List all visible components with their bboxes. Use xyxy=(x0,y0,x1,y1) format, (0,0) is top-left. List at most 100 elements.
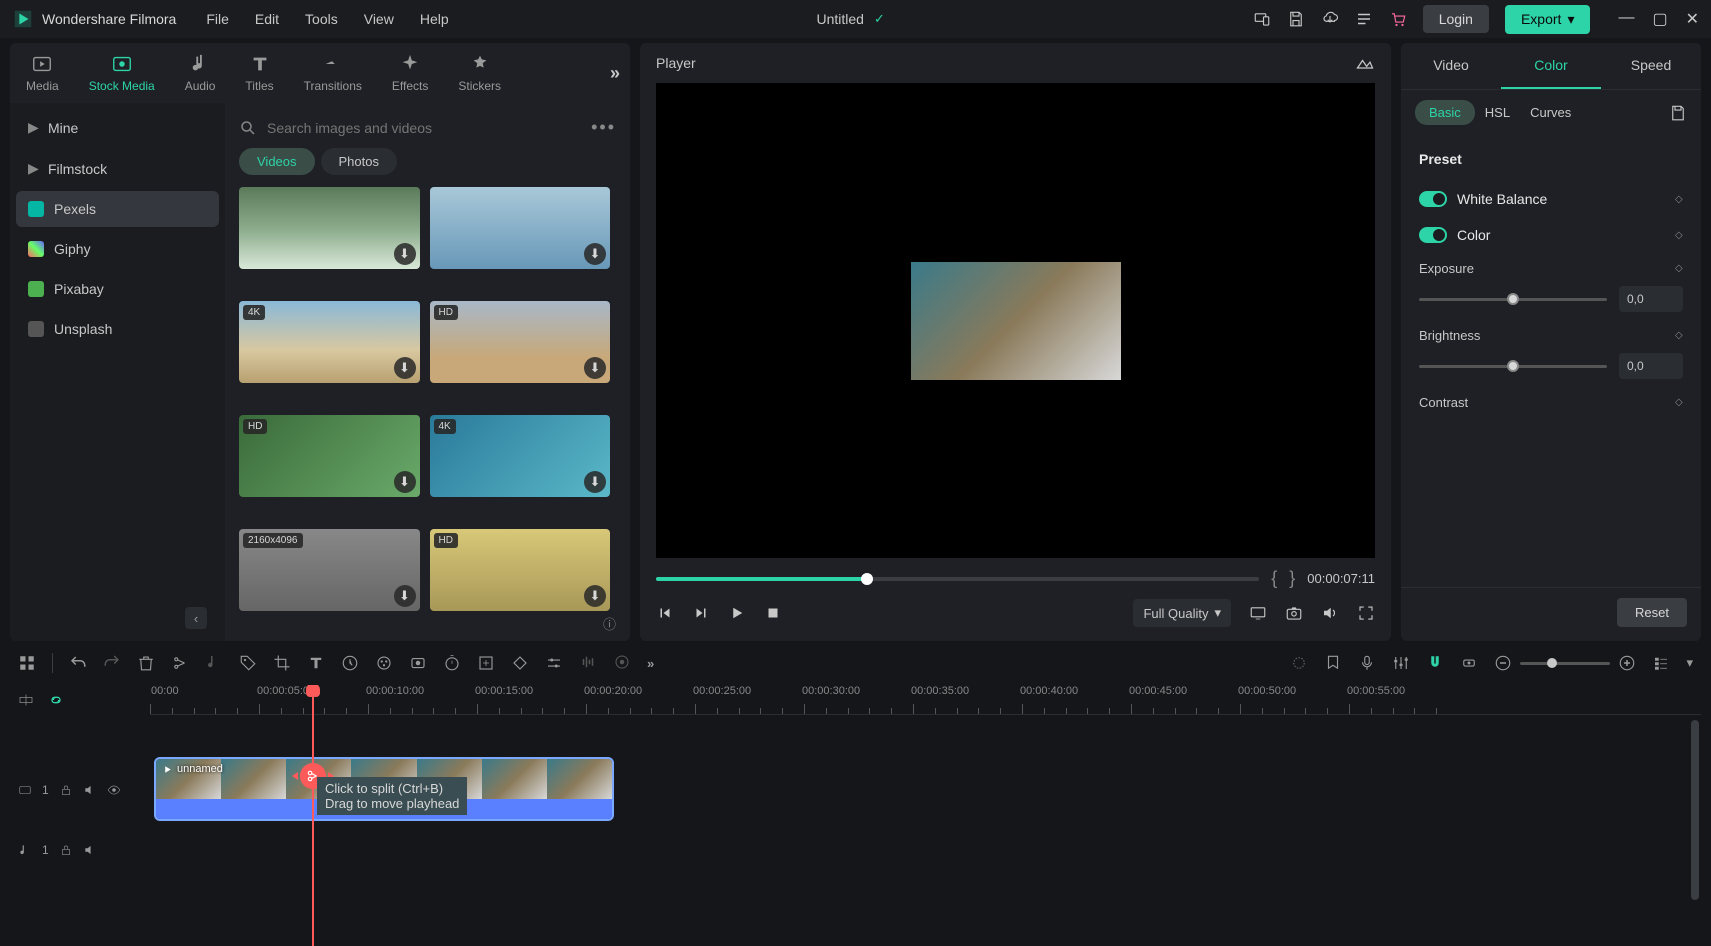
keyframe-icon[interactable] xyxy=(1673,262,1686,275)
menu-file[interactable]: File xyxy=(206,11,229,27)
tab-media[interactable]: Media xyxy=(20,49,65,97)
media-thumb[interactable]: HD⬇ xyxy=(239,415,420,497)
sidebar-item-pixabay[interactable]: Pixabay xyxy=(16,271,219,307)
devices-icon[interactable] xyxy=(1253,10,1271,28)
menu-view[interactable]: View xyxy=(364,11,394,27)
tab-stock-media[interactable]: Stock Media xyxy=(83,49,161,97)
reset-button[interactable]: Reset xyxy=(1617,598,1687,627)
save-preset-icon[interactable] xyxy=(1669,104,1687,122)
snapshot-icon[interactable] xyxy=(1285,604,1303,622)
info-icon[interactable]: ⓘ xyxy=(603,614,616,633)
display-icon[interactable] xyxy=(1249,604,1267,622)
delete-icon[interactable] xyxy=(137,654,155,672)
media-thumb[interactable]: 2160x4096⬇ xyxy=(239,529,420,611)
link-tracks-icon[interactable] xyxy=(48,692,64,708)
quality-dropdown[interactable]: Full Quality▾ xyxy=(1133,599,1231,627)
slider-thumb[interactable] xyxy=(1507,360,1519,372)
media-thumb[interactable]: HD⬇ xyxy=(430,529,611,611)
tab-audio[interactable]: Audio xyxy=(179,49,222,97)
zoom-in-icon[interactable] xyxy=(1618,654,1636,672)
download-icon[interactable]: ⬇ xyxy=(394,357,416,379)
menu-tools[interactable]: Tools xyxy=(305,11,338,27)
pill-videos[interactable]: Videos xyxy=(239,148,315,175)
speed-icon[interactable] xyxy=(341,654,359,672)
record-icon[interactable] xyxy=(613,653,631,671)
media-thumb[interactable]: ⬇ xyxy=(239,187,420,269)
color-icon[interactable] xyxy=(375,654,393,672)
brightness-value[interactable]: 0,0 xyxy=(1619,353,1683,379)
adjust-icon[interactable] xyxy=(545,654,563,672)
tab-color[interactable]: Color xyxy=(1501,43,1601,89)
magnet-icon[interactable] xyxy=(1426,654,1444,672)
login-button[interactable]: Login xyxy=(1423,5,1489,33)
next-frame-icon[interactable] xyxy=(692,604,710,622)
exposure-value[interactable]: 0,0 xyxy=(1619,286,1683,312)
save-icon[interactable] xyxy=(1287,10,1305,28)
keyframe-icon[interactable] xyxy=(1673,228,1686,241)
download-icon[interactable]: ⬇ xyxy=(584,243,606,265)
mark-out-icon[interactable]: } xyxy=(1289,568,1295,589)
download-icon[interactable]: ⬇ xyxy=(394,243,416,265)
expand-tabs-icon[interactable]: » xyxy=(610,63,620,84)
marker-dot-icon[interactable] xyxy=(1290,654,1308,672)
view-options-icon[interactable] xyxy=(1652,654,1670,672)
play-icon[interactable] xyxy=(728,604,746,622)
stop-icon[interactable] xyxy=(764,604,782,622)
media-thumb[interactable]: ⬇ xyxy=(430,187,611,269)
prev-frame-icon[interactable] xyxy=(656,604,674,622)
cart-icon[interactable] xyxy=(1389,10,1407,28)
close-icon[interactable]: ✕ xyxy=(1686,9,1699,29)
slider-thumb[interactable] xyxy=(1507,293,1519,305)
keyframe-icon[interactable] xyxy=(1673,329,1686,342)
download-icon[interactable]: ⬇ xyxy=(394,471,416,493)
volume-icon[interactable] xyxy=(1321,604,1339,622)
dropdown-icon[interactable]: ▾ xyxy=(1686,655,1693,671)
zoom-thumb[interactable] xyxy=(1547,658,1557,668)
subtab-curves[interactable]: Curves xyxy=(1530,105,1571,120)
tag-icon[interactable] xyxy=(239,654,257,672)
cloud-icon[interactable] xyxy=(1321,10,1339,28)
undo-icon[interactable] xyxy=(69,654,87,672)
visibility-icon[interactable] xyxy=(107,783,121,797)
redo-icon[interactable] xyxy=(103,653,121,671)
timeline-tracks-area[interactable]: :00:0000:00:05:0000:00:10:0000:00:15:000… xyxy=(150,685,1701,946)
collapse-sidebar-button[interactable]: ‹ xyxy=(185,607,207,629)
fit-icon[interactable] xyxy=(477,654,495,672)
exposure-slider[interactable] xyxy=(1419,298,1607,301)
progress-thumb[interactable] xyxy=(861,573,873,585)
search-input[interactable] xyxy=(267,120,581,136)
more-options-icon[interactable]: ••• xyxy=(591,117,616,138)
keyframe-tool-icon[interactable] xyxy=(511,654,529,672)
minimize-icon[interactable]: — xyxy=(1618,9,1634,29)
playhead[interactable] xyxy=(312,685,314,946)
sidebar-item-giphy[interactable]: Giphy xyxy=(16,231,219,267)
media-thumb[interactable]: 4K⬇ xyxy=(430,415,611,497)
music-icon[interactable] xyxy=(205,653,223,671)
progress-slider[interactable] xyxy=(656,577,1259,581)
player-viewport[interactable] xyxy=(656,83,1375,558)
zoom-slider[interactable] xyxy=(1520,662,1610,665)
subtab-hsl[interactable]: HSL xyxy=(1485,105,1510,120)
sidebar-item-pexels[interactable]: Pexels xyxy=(16,191,219,227)
mixer-icon[interactable] xyxy=(1392,654,1410,672)
link-icon[interactable] xyxy=(1460,654,1478,672)
text-icon[interactable] xyxy=(307,654,325,672)
more-tools-icon[interactable]: » xyxy=(647,656,654,671)
download-icon[interactable]: ⬇ xyxy=(394,585,416,607)
timer-icon[interactable] xyxy=(443,654,461,672)
tab-transitions[interactable]: Transitions xyxy=(298,49,368,97)
timeline-ruler[interactable]: :00:0000:00:05:0000:00:10:0000:00:15:000… xyxy=(150,685,1701,715)
sidebar-item-filmstock[interactable]: ▶Filmstock xyxy=(16,150,219,187)
toggle-white-balance[interactable] xyxy=(1419,191,1447,207)
sidebar-item-unsplash[interactable]: Unsplash xyxy=(16,311,219,347)
marker-icon[interactable] xyxy=(1324,654,1342,672)
media-thumb[interactable]: 4K⬇ xyxy=(239,301,420,383)
mark-in-icon[interactable]: { xyxy=(1271,568,1277,589)
thumb-grid[interactable]: ⬇ ⬇ 4K⬇ HD⬇ HD⬇ 4K⬇ 2160x4096⬇ HD⬇ xyxy=(239,187,616,633)
audio-track[interactable] xyxy=(150,825,1701,875)
toggle-color[interactable] xyxy=(1419,227,1447,243)
crop-icon[interactable] xyxy=(273,654,291,672)
split-icon[interactable] xyxy=(171,654,189,672)
export-button[interactable]: Export▾ xyxy=(1505,5,1591,34)
tab-speed[interactable]: Speed xyxy=(1601,43,1701,89)
